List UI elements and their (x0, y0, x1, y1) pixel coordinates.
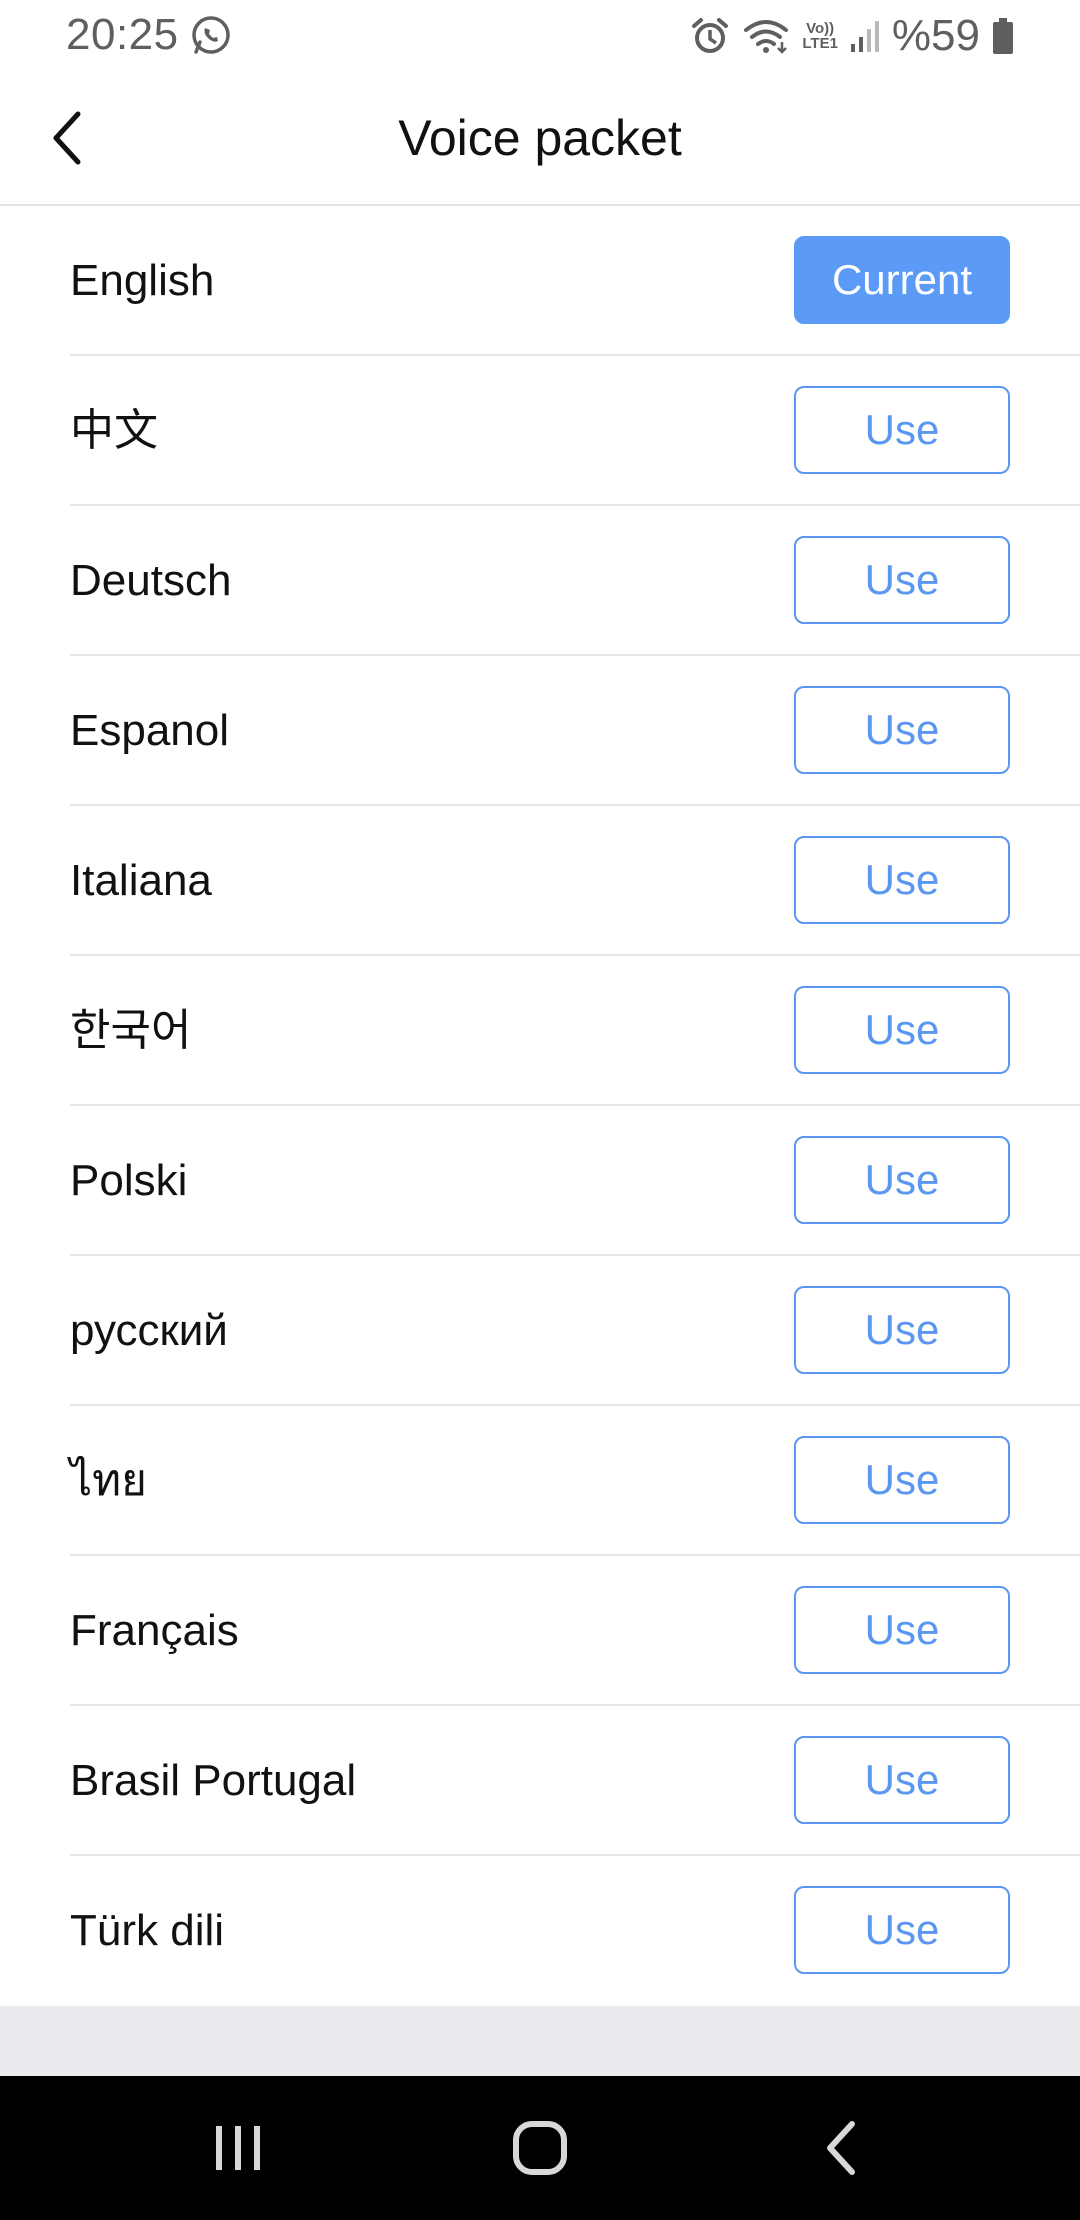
language-row-korean: 한국어 Use (0, 956, 1080, 1106)
use-button[interactable]: Use (794, 1136, 1010, 1224)
home-button[interactable] (490, 2098, 590, 2198)
language-row-spanish: Espanol Use (0, 656, 1080, 806)
status-icons: Vo)) LTE1 %59 (690, 10, 1014, 62)
battery-icon (993, 18, 1013, 54)
navigation-bar (0, 2076, 1080, 2220)
nav-back-button[interactable] (792, 2098, 892, 2198)
home-icon (513, 2121, 567, 2175)
language-name: ไทย (70, 1456, 147, 1505)
language-name: Brasil Portugal (70, 1756, 357, 1805)
recent-apps-button[interactable] (188, 2098, 288, 2198)
language-row-turkish: Türk dili Use (0, 1856, 1080, 2006)
footer-space (0, 2006, 1080, 2076)
language-row-russian: русский Use (0, 1256, 1080, 1406)
battery-percent: %59 (891, 11, 980, 60)
use-button[interactable]: Use (794, 986, 1010, 1074)
chevron-left-icon (53, 111, 81, 165)
wifi-icon (744, 20, 789, 54)
language-row-french: Français Use (0, 1556, 1080, 1706)
signal-icon (850, 21, 879, 52)
language-row-polish: Polski Use (0, 1106, 1080, 1256)
language-row-portuguese: Brasil Portugal Use (0, 1706, 1080, 1856)
language-row-german: Deutsch Use (0, 506, 1080, 656)
language-name: Deutsch (70, 556, 232, 605)
use-button[interactable]: Use (794, 1286, 1010, 1374)
whatsapp-icon (192, 16, 230, 54)
current-button[interactable]: Current (794, 236, 1010, 324)
language-row-thai: ไทย Use (0, 1406, 1080, 1556)
back-button[interactable] (30, 100, 106, 176)
language-row-chinese: 中文 Use (0, 356, 1080, 506)
language-name: English (70, 256, 215, 305)
page-title: Voice packet (398, 110, 682, 166)
volte-indicator: Vo)) LTE1 (802, 20, 838, 52)
use-button[interactable]: Use (794, 1436, 1010, 1524)
language-name: Türk dili (70, 1906, 225, 1955)
use-button[interactable]: Use (794, 1736, 1010, 1824)
language-name: Italiana (70, 856, 212, 905)
use-button[interactable]: Use (794, 1586, 1010, 1674)
alarm-icon (692, 18, 729, 53)
status-time: 20:25 (66, 10, 179, 59)
language-row-italian: Italiana Use (0, 806, 1080, 956)
language-name: Polski (70, 1156, 188, 1205)
use-button[interactable]: Use (794, 536, 1010, 624)
status-bar: 20:25 Vo)) LTE1 %59 (0, 0, 1080, 72)
language-name: Français (70, 1606, 239, 1655)
language-name: Espanol (70, 706, 230, 755)
language-name: русский (70, 1306, 228, 1355)
use-button[interactable]: Use (794, 836, 1010, 924)
language-list: English Current 中文 Use Deutsch Use Espan… (0, 206, 1080, 2006)
use-button[interactable]: Use (794, 386, 1010, 474)
language-row-english: English Current (0, 206, 1080, 356)
language-name: 한국어 (70, 1006, 192, 1055)
use-button[interactable]: Use (794, 1886, 1010, 1974)
app-header: Voice packet (0, 72, 1080, 206)
recent-apps-icon (216, 2126, 260, 2170)
language-name: 中文 (70, 406, 158, 455)
use-button[interactable]: Use (794, 686, 1010, 774)
back-icon (827, 2121, 855, 2175)
